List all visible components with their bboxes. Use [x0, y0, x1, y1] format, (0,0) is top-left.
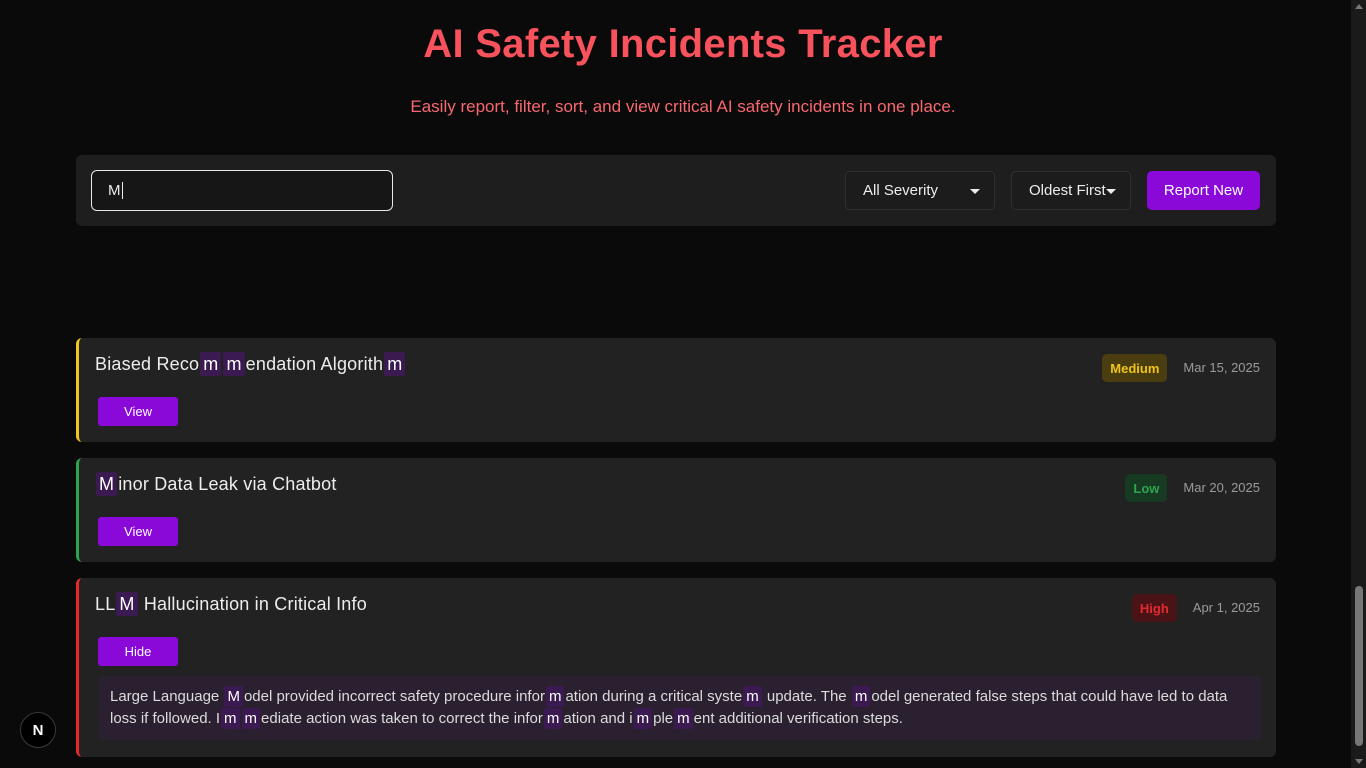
search-input-value: M: [108, 182, 121, 199]
search-match-highlight: m: [633, 708, 653, 729]
view-details-button[interactable]: View: [98, 397, 178, 426]
incident-title-segment: inor Data Leak via Chatbot: [118, 474, 337, 494]
search-match-highlight: m: [545, 686, 565, 707]
scroll-down-icon[interactable]: [1355, 759, 1363, 764]
search-match-highlight: m: [221, 708, 240, 729]
incident-title-segment: Biased Reco: [95, 354, 200, 374]
view-details-button[interactable]: View: [98, 517, 178, 546]
incident-card: Biased Reco m m endation Algorith m Mar 15, 2…: [76, 338, 1276, 442]
incident-date: Mar 20, 2025: [1183, 480, 1260, 495]
incident-description-segment: ent additional verification steps.: [693, 710, 903, 727]
incident-title: LL M Hallucination in Critical Info: [95, 592, 367, 616]
chevron-down-icon: [1106, 189, 1116, 194]
incident-description-segment: update. The: [762, 688, 851, 705]
search-match-highlight: m: [223, 352, 245, 376]
scrollbar-thumb[interactable]: [1355, 586, 1363, 746]
toolbar: M All Severity Oldest First Report New: [76, 155, 1276, 226]
search-match-highlight: m: [674, 708, 693, 729]
incident-card: Minor Data Leak via Chatbot Mar 20, 2025 L…: [76, 458, 1276, 562]
text-caret: [121, 182, 123, 199]
incident-card: LL M Hallucination in Critical Info Apr 1,…: [76, 578, 1276, 757]
chevron-down-icon: [970, 189, 980, 194]
severity-filter-select[interactable]: All Severity: [845, 171, 995, 210]
search-match-highlight: M: [116, 592, 138, 616]
report-new-button[interactable]: Report New: [1147, 171, 1260, 210]
severity-badge: Medium: [1102, 354, 1168, 382]
incident-description-segment: ation during a critical syste: [565, 688, 743, 705]
sort-order-value: Oldest First: [1029, 182, 1106, 199]
search-match-highlight: m: [384, 352, 406, 376]
search-input[interactable]: M: [91, 170, 393, 211]
page-title: AI Safety Incidents Tracker: [423, 22, 943, 66]
incident-date: Apr 1, 2025: [1192, 600, 1260, 615]
page: AI Safety Incidents Tracker Easily repor…: [0, 0, 1366, 768]
incident-description: Large Language Model provided incorrect …: [98, 676, 1262, 740]
incident-date: Mar 15, 2025: [1183, 360, 1260, 375]
scroll-up-icon[interactable]: [1355, 4, 1363, 9]
incident-title-segment: LL: [95, 594, 116, 614]
severity-filter-value: All Severity: [863, 182, 939, 199]
incident-title: Biased Reco m m endation Algorith m: [95, 352, 406, 376]
scrollbar[interactable]: [1351, 0, 1366, 768]
hide-details-button[interactable]: Hide: [98, 637, 178, 666]
sort-order-select[interactable]: Oldest First: [1011, 171, 1131, 210]
search-match-highlight: m: [851, 686, 871, 707]
severity-badge: Low: [1125, 474, 1168, 502]
search-match-highlight: m: [241, 708, 261, 729]
incident-description-segment: ation and i: [563, 710, 633, 727]
search-match-highlight: M: [224, 686, 243, 707]
incident-description-segment: ediate action was taken to correct the i…: [261, 710, 543, 727]
search-match-highlight: m: [743, 686, 762, 707]
search-match-highlight: m: [200, 352, 222, 376]
incident-description-segment: ple: [653, 710, 674, 727]
dev-tools-badge[interactable]: N: [20, 712, 56, 748]
incident-title: Minor Data Leak via Chatbot: [95, 472, 337, 496]
incident-title-segment: Hallucination in Critical Info: [138, 594, 367, 614]
severity-badge: High: [1131, 594, 1177, 622]
incident-title-segment: endation Algorith: [245, 354, 384, 374]
incident-description-segment: Large Language: [110, 688, 224, 705]
search-match-highlight: M: [96, 472, 118, 496]
page-subtitle: Easily report, filter, sort, and view cr…: [410, 97, 956, 116]
search-match-highlight: m: [543, 708, 563, 729]
incident-description-segment: odel provided incorrect safety procedure…: [243, 688, 545, 705]
